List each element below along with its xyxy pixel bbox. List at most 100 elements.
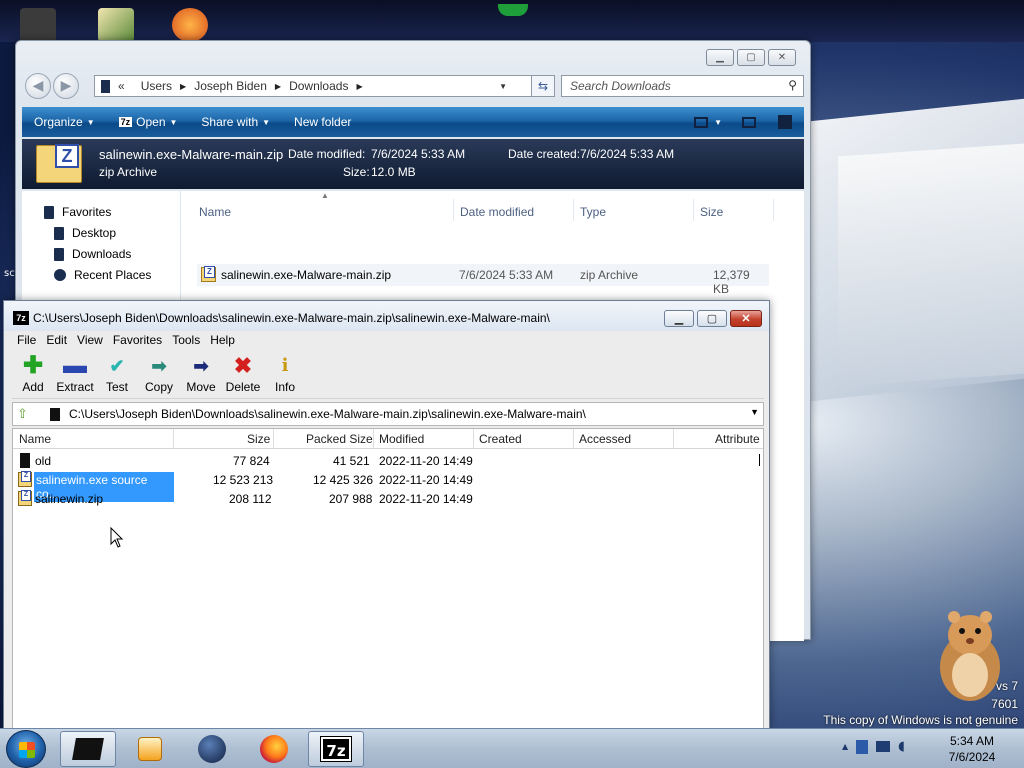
nav-favorites[interactable]: Favorites bbox=[44, 205, 111, 219]
breadcrumb-users[interactable]: Users bbox=[133, 79, 180, 93]
column-separator[interactable] bbox=[673, 429, 674, 449]
delete-button[interactable]: ✖ Delete bbox=[222, 355, 264, 395]
delete-label: Delete bbox=[225, 380, 261, 394]
chevron-down-icon: ▼ bbox=[262, 117, 271, 127]
details-size-label: Size: bbox=[343, 165, 370, 179]
chevron-right-icon[interactable]: ▶ bbox=[356, 82, 362, 91]
close-button[interactable]: ✕ bbox=[768, 49, 796, 66]
search-icon[interactable]: ⚲ bbox=[788, 78, 797, 92]
list-item-selected[interactable]: salinewin.exe source co... 12 523 213 12… bbox=[13, 471, 763, 502]
taskbar-media-player[interactable] bbox=[122, 731, 178, 767]
address-bar[interactable]: « Users ▶ Joseph Biden ▶ Downloads ▶ ▼ bbox=[94, 75, 538, 97]
view-options-icon[interactable] bbox=[694, 116, 709, 128]
up-folder-icon[interactable]: ⇧ bbox=[17, 406, 28, 422]
list-item[interactable]: salinewin.zip 208 112 207 988 2022-11-20… bbox=[13, 490, 763, 508]
menu-edit[interactable]: Edit bbox=[41, 331, 72, 349]
column-separator[interactable] bbox=[273, 429, 274, 449]
network-icon[interactable] bbox=[876, 741, 891, 752]
show-hidden-icons-icon[interactable]: ▲ bbox=[842, 742, 848, 751]
column-separator[interactable] bbox=[173, 429, 174, 449]
path-bar[interactable]: ⇧ C:\Users\Joseph Biden\Downloads\saline… bbox=[12, 402, 764, 426]
desktop-icon[interactable] bbox=[20, 8, 56, 42]
column-size[interactable]: Size bbox=[700, 205, 723, 219]
desktop-icon[interactable] bbox=[98, 8, 134, 42]
nav-desktop[interactable]: Desktop bbox=[54, 226, 116, 240]
close-button[interactable]: ✕ bbox=[730, 310, 762, 327]
menu-tools[interactable]: Tools bbox=[167, 331, 205, 349]
nav-downloads[interactable]: Downloads bbox=[54, 247, 131, 261]
column-separator[interactable] bbox=[573, 199, 574, 221]
column-separator[interactable] bbox=[573, 429, 574, 449]
move-button[interactable]: ➡ Move bbox=[180, 355, 222, 394]
search-input[interactable]: Search Downloads ⚲ bbox=[561, 75, 804, 97]
share-with-button[interactable]: Share with ▼ bbox=[189, 115, 282, 129]
organize-button[interactable]: Organize ▼ bbox=[22, 115, 107, 129]
open-button[interactable]: 7z Open ▼ bbox=[107, 115, 190, 129]
back-button[interactable]: ◀ bbox=[25, 73, 51, 99]
item-attr-marker bbox=[759, 454, 760, 466]
col-modified[interactable]: Modified bbox=[379, 432, 424, 446]
extract-label: Extract bbox=[56, 380, 94, 394]
minimize-button[interactable]: ▁ bbox=[706, 49, 734, 66]
copy-button[interactable]: ➡ Copy bbox=[138, 355, 180, 394]
column-name[interactable]: Name bbox=[199, 205, 231, 219]
forward-button[interactable]: ▶ bbox=[53, 73, 79, 99]
taskbar-explorer[interactable] bbox=[60, 731, 116, 767]
chevron-down-icon[interactable]: ▼ bbox=[714, 118, 722, 127]
new-folder-button[interactable]: New folder bbox=[282, 115, 363, 129]
preview-pane-icon[interactable] bbox=[742, 116, 756, 128]
desktop-icon[interactable] bbox=[172, 8, 208, 42]
column-separator[interactable] bbox=[373, 429, 374, 449]
7zip-titlebar[interactable]: 7z C:\Users\Joseph Biden\Downloads\salin… bbox=[4, 301, 769, 331]
maximize-button[interactable]: ▢ bbox=[697, 310, 727, 327]
path-text: C:\Users\Joseph Biden\Downloads\salinewi… bbox=[69, 407, 586, 421]
maximize-button[interactable]: ▢ bbox=[737, 49, 765, 66]
extract-button[interactable]: ▬ Extract bbox=[54, 354, 96, 395]
column-date-modified[interactable]: Date modified bbox=[460, 205, 534, 219]
start-button[interactable] bbox=[6, 730, 46, 768]
details-date-modified-label: Date modified: bbox=[288, 147, 366, 161]
taskbar-firefox[interactable] bbox=[246, 731, 302, 767]
copy-label: Copy bbox=[144, 380, 173, 394]
breadcrumb-user[interactable]: Joseph Biden bbox=[186, 79, 275, 93]
clock[interactable]: 5:34 AM 7/6/2024 bbox=[930, 733, 1014, 765]
breadcrumb-overflow[interactable]: « bbox=[110, 79, 133, 93]
column-separator[interactable] bbox=[473, 429, 474, 449]
open-label: Open bbox=[136, 115, 166, 129]
chevron-down-icon[interactable]: ▼ bbox=[750, 407, 759, 417]
menu-view[interactable]: View bbox=[72, 331, 108, 349]
col-packed-size[interactable]: Packed Size bbox=[306, 432, 373, 446]
menu-help[interactable]: Help bbox=[205, 331, 240, 349]
volume-icon[interactable]: ◖ bbox=[898, 739, 905, 754]
details-type: zip Archive bbox=[99, 165, 158, 179]
nav-recent-places[interactable]: Recent Places bbox=[54, 268, 151, 282]
column-separator[interactable] bbox=[773, 199, 774, 221]
column-separator[interactable] bbox=[693, 199, 694, 221]
list-item[interactable]: old 77 824 41 521 2022-11-20 14:49 bbox=[13, 452, 763, 470]
menu-file[interactable]: File bbox=[12, 331, 41, 349]
col-name[interactable]: Name bbox=[19, 432, 51, 446]
help-icon[interactable] bbox=[778, 115, 792, 129]
col-attributes[interactable]: Attribute bbox=[715, 432, 760, 446]
column-type[interactable]: Type bbox=[580, 205, 606, 219]
add-button[interactable]: ✚ Add bbox=[12, 354, 54, 395]
info-button[interactable]: i Info bbox=[264, 355, 306, 394]
breadcrumb-downloads[interactable]: Downloads bbox=[281, 79, 356, 93]
action-center-icon[interactable] bbox=[856, 739, 869, 754]
chevron-down-icon: ▼ bbox=[169, 117, 178, 127]
column-separator[interactable] bbox=[453, 199, 454, 221]
col-accessed[interactable]: Accessed bbox=[579, 432, 631, 446]
nav-recent-label: Recent Places bbox=[74, 268, 152, 282]
refresh-button[interactable]: ⇆ bbox=[531, 75, 555, 97]
taskbar-app[interactable] bbox=[184, 731, 240, 767]
col-size[interactable]: Size bbox=[247, 432, 270, 446]
file-row[interactable]: salinewin.exe-Malware-main.zip 7/6/2024 … bbox=[197, 264, 769, 296]
menu-favorites[interactable]: Favorites bbox=[108, 331, 167, 349]
test-button[interactable]: ✔ Test bbox=[96, 355, 138, 394]
file-size: 12,379 KB bbox=[713, 268, 750, 296]
chevron-down-icon[interactable]: ▼ bbox=[499, 82, 507, 91]
minimize-button[interactable]: ▁ bbox=[664, 310, 694, 327]
taskbar-7zip[interactable]: 7z bbox=[308, 731, 364, 767]
organize-label: Organize bbox=[34, 115, 83, 129]
col-created[interactable]: Created bbox=[479, 432, 522, 446]
